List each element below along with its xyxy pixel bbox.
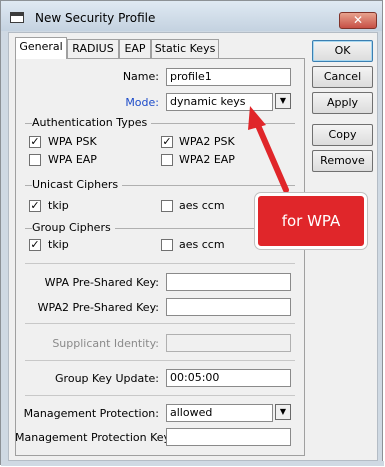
window-bottom-border <box>1 461 384 466</box>
divider <box>25 263 295 264</box>
management-protection-dropdown-icon[interactable]: ▼ <box>275 404 291 420</box>
check-icon: ✓ <box>30 135 40 148</box>
group-aes-label: aes ccm <box>179 238 225 251</box>
name-label: Name: <box>122 70 159 83</box>
wpa2-psk-label: WPA2 PSK <box>179 135 235 148</box>
tab-static-keys[interactable]: Static Keys <box>151 39 219 58</box>
divider <box>25 323 295 324</box>
copy-button[interactable]: Copy <box>312 124 373 146</box>
unicast-section: Unicast Ciphers <box>25 178 295 192</box>
auth-types-title: Authentication Types <box>32 116 152 129</box>
group-key-update-label: Group Key Update: <box>55 372 159 385</box>
wpa2-psk-key-field[interactable] <box>166 298 291 316</box>
apply-button[interactable]: Apply <box>312 92 373 114</box>
wpa-psk-key-label: WPA Pre-Shared Key: <box>44 276 159 289</box>
supplicant-identity-label: Supplicant Identity: <box>52 337 159 350</box>
window-icon <box>10 12 24 23</box>
title-bar[interactable]: New Security Profile ✕ <box>1 1 382 31</box>
tab-radius[interactable]: RADIUS <box>67 39 119 58</box>
unicast-aes-label: aes ccm <box>179 199 225 212</box>
check-icon: ✓ <box>30 199 40 212</box>
supplicant-identity-field <box>166 334 291 352</box>
group-aes-checkbox[interactable] <box>161 239 173 251</box>
wpa2-eap-label: WPA2 EAP <box>179 153 235 166</box>
wpa2-eap-checkbox[interactable] <box>161 154 173 166</box>
wpa2-psk-key-label: WPA2 Pre-Shared Key: <box>37 301 159 314</box>
unicast-title: Unicast Ciphers <box>32 178 123 191</box>
check-icon: ✓ <box>30 238 40 251</box>
mode-select[interactable]: dynamic keys <box>166 93 273 111</box>
wpa-psk-key-field[interactable] <box>166 273 291 291</box>
management-protection-label: Management Protection: <box>23 407 159 420</box>
mode-dropdown-icon[interactable]: ▼ <box>275 93 291 109</box>
wpa-eap-label: WPA EAP <box>48 153 97 166</box>
window-title: New Security Profile <box>35 11 156 25</box>
divider <box>25 360 295 361</box>
unicast-aes-checkbox[interactable] <box>161 200 173 212</box>
management-protection-select[interactable]: allowed <box>166 404 273 422</box>
group-tkip-label: tkip <box>48 238 69 251</box>
management-protection-key-field[interactable] <box>166 428 291 446</box>
unicast-tkip-label: tkip <box>48 199 69 212</box>
group-ciphers-title: Group Ciphers <box>32 221 115 234</box>
close-button[interactable]: ✕ <box>339 12 377 29</box>
management-protection-key-label: Management Protection Key: <box>15 431 173 444</box>
check-icon: ✓ <box>162 135 172 148</box>
mode-label: Mode: <box>125 96 159 109</box>
tab-eap[interactable]: EAP <box>119 39 151 58</box>
wpa-psk-checkbox[interactable]: ✓ <box>29 136 41 148</box>
wpa2-psk-checkbox[interactable]: ✓ <box>161 136 173 148</box>
annotation-callout: for WPA <box>255 193 367 249</box>
auth-types-section: Authentication Types <box>25 116 295 130</box>
divider <box>25 395 295 396</box>
ok-button[interactable]: OK <box>312 40 373 62</box>
unicast-tkip-checkbox[interactable]: ✓ <box>29 200 41 212</box>
name-field[interactable]: profile1 <box>166 68 291 86</box>
tab-general[interactable]: General <box>15 37 67 59</box>
group-tkip-checkbox[interactable]: ✓ <box>29 239 41 251</box>
group-key-update-field[interactable]: 00:05:00 <box>166 369 291 387</box>
wpa-psk-label: WPA PSK <box>48 135 97 148</box>
wpa-eap-checkbox[interactable] <box>29 154 41 166</box>
cancel-button[interactable]: Cancel <box>312 66 373 88</box>
remove-button[interactable]: Remove <box>312 150 373 172</box>
